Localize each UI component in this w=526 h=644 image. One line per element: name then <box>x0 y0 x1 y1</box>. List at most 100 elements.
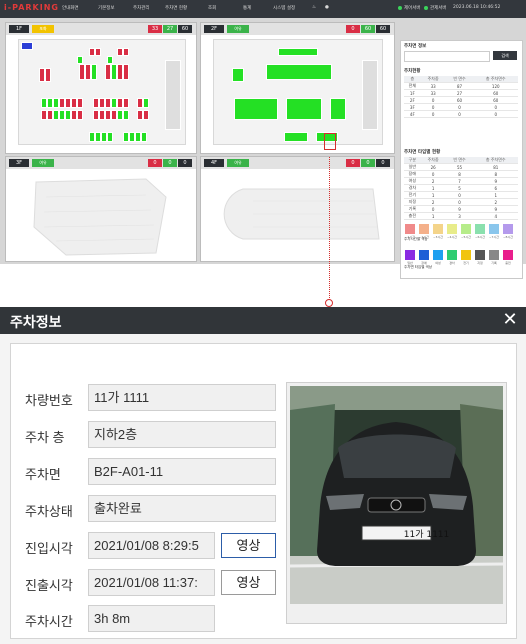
parking-slot[interactable] <box>77 110 83 120</box>
legend-label: 기록 <box>491 261 497 265</box>
menu-item-parking-manage[interactable]: 주차관리 <box>133 5 150 11</box>
bell-icon[interactable]: ♨ <box>312 5 316 10</box>
parking-slot-group[interactable] <box>278 48 318 56</box>
parking-slot[interactable] <box>45 68 51 82</box>
parking-slot[interactable] <box>123 64 129 80</box>
menu-item-search[interactable]: 조회 <box>208 5 216 11</box>
parking-slot[interactable] <box>143 110 149 120</box>
table-cell: 일반 <box>404 163 421 171</box>
top-navigation-bar: i-PARKING 안내화면 기본정보 주차관리 주차면 현황 조회 통계 시스… <box>0 0 526 18</box>
callout-connector <box>329 157 330 304</box>
menu-item-guide[interactable]: 안내화면 <box>62 5 79 11</box>
total-count: 60 <box>178 25 192 33</box>
table-cell: 2 <box>420 198 446 206</box>
parking-slot[interactable] <box>77 98 83 108</box>
table-cell: 1 <box>420 184 446 192</box>
search-button[interactable]: 검색 <box>493 51 517 60</box>
parking-slot[interactable] <box>123 48 129 56</box>
floor-panel-4f[interactable]: 4F 여유 0 0 0 <box>200 156 395 262</box>
table-cell: 120 <box>473 82 518 90</box>
slot-search-input[interactable] <box>404 51 490 62</box>
legend-swatch <box>475 250 485 260</box>
modal-body: 차량번호 11가 1111 주차 층 지하2층 주차면 B2F-A01-11 주… <box>10 343 517 639</box>
legend-swatch <box>503 224 513 234</box>
total-count: 60 <box>376 25 390 33</box>
floor-panel-1f[interactable]: 1F 포화 33 27 60 <box>5 22 197 154</box>
parking-slot-group[interactable] <box>286 98 322 120</box>
legend-label: 충전 <box>505 261 511 265</box>
table-cell: 0 <box>420 205 446 213</box>
floor-label: 2F <box>204 25 224 33</box>
exit-video-button[interactable]: 영상 <box>221 570 276 595</box>
monitor-server-label: 관제서버 <box>430 6 447 11</box>
parking-slot[interactable] <box>123 98 129 108</box>
parking-slot[interactable] <box>107 56 113 64</box>
floor-panel-2f[interactable]: 2F 여유 0 60 60 <box>200 22 395 154</box>
legend-swatch <box>405 224 415 234</box>
parking-slot[interactable] <box>107 132 113 142</box>
floor-map <box>223 188 380 240</box>
parking-slot-group[interactable] <box>232 68 244 82</box>
table-row: 3F 0 0 0 <box>404 103 518 111</box>
parking-slot[interactable] <box>123 110 129 120</box>
parking-slot-group[interactable] <box>330 98 346 120</box>
vehicle-photo <box>290 386 503 604</box>
table-cell: 60 <box>473 89 518 97</box>
slot-label: 주차면 <box>25 467 61 482</box>
floor-header: 2F 여유 0 60 60 <box>201 23 394 35</box>
legend-label: 장애 <box>421 261 427 265</box>
menu-item-slot-status[interactable]: 주차면 현황 <box>165 5 187 11</box>
floor-status-badge: 여유 <box>227 159 249 167</box>
slot-type-status-table: 구분 주차중 빈 면수 총 주차면수 일반 26 55 81 장애 0 8 8 여성 2 7 9 경차 1 5 6 전기… <box>404 157 518 220</box>
parking-slot-group[interactable] <box>234 98 278 120</box>
parking-duration-label: 주차시간 <box>25 614 73 629</box>
legend-swatch <box>419 224 429 234</box>
occupied-count: 33 <box>148 25 162 33</box>
legend-label: 전기 <box>463 261 469 265</box>
entry-video-button[interactable]: 영상 <box>221 533 276 558</box>
close-icon[interactable]: ✕ <box>502 311 518 329</box>
datetime: 2023.06.18 10:46:52 <box>453 5 501 10</box>
legend-swatch <box>489 224 499 234</box>
legend-label: 경차 <box>449 261 455 265</box>
table-cell: 전기 <box>404 191 421 199</box>
floor-label: 주차 층 <box>25 430 65 445</box>
menu-item-settings[interactable]: 시스템 설정 <box>273 5 295 11</box>
parking-slot[interactable] <box>77 56 83 64</box>
modal-title: 주차정보 <box>10 314 62 330</box>
legend-swatch <box>419 250 429 260</box>
panel-section-title: 주차면 타입별 현황 <box>404 150 441 155</box>
alert-icon[interactable]: ● <box>325 5 329 10</box>
control-server-indicator: 제어서버 <box>398 5 421 11</box>
floor-header: 4F 여유 0 0 0 <box>201 157 394 169</box>
table-cell: 4F <box>404 110 421 118</box>
legend-swatch <box>489 250 499 260</box>
menu-item-basic-info[interactable]: 기본정보 <box>98 5 115 11</box>
floor-panel-3f[interactable]: 3F 여유 0 0 0 <box>5 156 197 262</box>
table-cell: 2F <box>404 96 421 104</box>
parking-slot[interactable] <box>91 64 97 80</box>
table-row: 경차 1 5 6 <box>404 184 518 192</box>
table-cell: 3F <box>404 103 421 111</box>
table-cell: 6 <box>473 184 518 192</box>
total-count: 0 <box>376 159 390 167</box>
parking-slot[interactable] <box>141 132 147 142</box>
table-cell: 33 <box>420 89 446 97</box>
table-row: 지정 2 0 2 <box>404 198 518 206</box>
parking-slot-group[interactable] <box>284 132 308 142</box>
table-row: 4F 0 0 0 <box>404 110 518 118</box>
table-cell: 0 <box>420 170 446 178</box>
exit-time-field: 2021/01/08 11:37: <box>88 569 215 596</box>
legend-label: ~5시간 <box>461 235 471 239</box>
table-cell: 0 <box>420 96 446 104</box>
parking-slot[interactable] <box>95 48 101 56</box>
parking-slot-group[interactable] <box>266 64 332 80</box>
table-cell: 9 <box>473 205 518 213</box>
table-row: 장애 0 8 8 <box>404 170 518 178</box>
table-cell: 1 <box>473 191 518 199</box>
entry-time-field: 2021/01/08 8:29:5 <box>88 532 215 559</box>
menu-item-stats[interactable]: 통계 <box>243 5 251 11</box>
parking-slot[interactable] <box>21 42 33 50</box>
parking-slot[interactable] <box>143 98 149 108</box>
legend-label: 지정 <box>477 261 483 265</box>
